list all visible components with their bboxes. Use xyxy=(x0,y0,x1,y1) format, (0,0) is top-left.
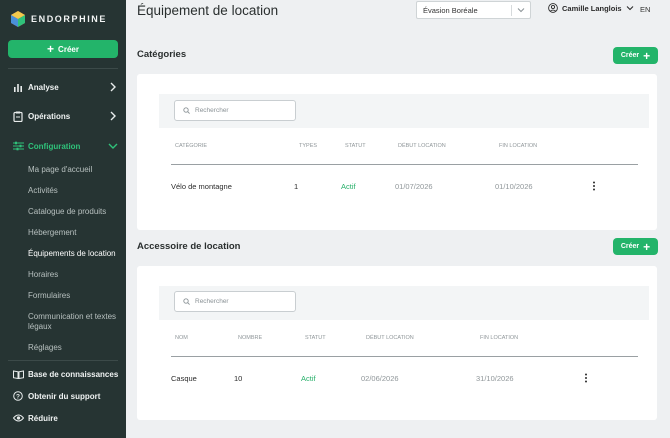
organization-select[interactable]: Évasion Boréale xyxy=(416,1,531,19)
row-menu-icon[interactable] xyxy=(584,373,588,383)
accessories-search-bar: Rechercher xyxy=(159,286,649,320)
category-status: Actif xyxy=(341,182,356,191)
svg-text:?: ? xyxy=(16,394,20,401)
add-accessory-label: Créer xyxy=(620,243,640,250)
categories-search-bar: Rechercher xyxy=(159,94,649,128)
config-item-schedules[interactable]: Horaires xyxy=(28,270,120,280)
column-header-count[interactable]: NOMBRE xyxy=(238,335,262,341)
clipboard-icon xyxy=(12,110,24,122)
add-category-label: Créer xyxy=(620,52,640,59)
categories-card: Rechercher CATÉGORIE TYPES STATUT DÉBUT … xyxy=(137,74,657,230)
eye-icon xyxy=(12,412,24,424)
category-name[interactable]: Vélo de montagne xyxy=(171,182,232,191)
config-item-activities[interactable]: Activités xyxy=(28,186,120,196)
accessory-name[interactable]: Casque xyxy=(171,374,197,383)
add-accessory-button[interactable]: Créer + xyxy=(613,238,658,255)
chevron-down-icon xyxy=(517,8,525,13)
sidebar-divider xyxy=(8,68,118,69)
add-category-button[interactable]: Créer + xyxy=(613,47,658,64)
nav-item-support-label: Obtenir du support xyxy=(28,391,101,401)
column-header-end[interactable]: FIN LOCATION xyxy=(480,335,518,341)
config-item-settings[interactable]: Réglages xyxy=(28,343,120,353)
nav-item-configuration[interactable]: Configuration xyxy=(12,138,120,154)
config-item-forms[interactable]: Formulaires xyxy=(28,291,120,301)
column-header-start[interactable]: DÉBUT LOCATION xyxy=(366,335,414,341)
brand-name: ENDORPHINE xyxy=(31,14,108,24)
categories-search-input[interactable]: Rechercher xyxy=(174,100,296,121)
plus-icon: + xyxy=(643,48,651,63)
sliders-icon xyxy=(12,140,24,152)
accessory-start-date: 02/06/2026 xyxy=(361,374,399,383)
nav-item-configuration-label: Configuration xyxy=(28,141,81,151)
accessories-search-placeholder: Rechercher xyxy=(195,298,229,305)
accessories-section-title: Accessoire de location xyxy=(137,241,241,252)
nav-item-collapse-label: Réduire xyxy=(28,413,58,423)
accessory-end-date: 31/10/2026 xyxy=(476,374,514,383)
user-avatar-icon xyxy=(548,3,558,13)
help-circle-icon: ? xyxy=(12,390,24,402)
config-item-lodging[interactable]: Hébergement xyxy=(28,228,120,238)
nav-item-knowledge-label: Base de connaissances xyxy=(28,369,119,379)
user-menu[interactable]: Camille Langlois xyxy=(548,3,634,13)
book-icon xyxy=(12,368,24,380)
search-icon xyxy=(183,107,190,114)
categories-section-title: Catégories xyxy=(137,49,187,60)
categories-search-placeholder: Rechercher xyxy=(195,107,229,114)
column-header-start[interactable]: DÉBUT LOCATION xyxy=(398,143,446,149)
main-content: Équipement de location Évasion Boréale C… xyxy=(126,0,670,438)
config-item-communication[interactable]: Communication et textes légaux xyxy=(28,312,120,332)
chevron-right-icon xyxy=(110,82,116,92)
chevron-down-icon xyxy=(626,6,633,11)
column-header-status[interactable]: STATUT xyxy=(345,143,366,149)
category-end-date: 01/10/2026 xyxy=(495,182,533,191)
accessory-status: Actif xyxy=(301,374,316,383)
column-header-types[interactable]: TYPES xyxy=(299,143,317,149)
column-header-category[interactable]: CATÉGORIE xyxy=(175,143,207,149)
sidebar-divider xyxy=(8,360,118,361)
language-switch[interactable]: EN xyxy=(640,5,650,14)
row-menu-icon[interactable] xyxy=(592,181,596,191)
accessories-search-input[interactable]: Rechercher xyxy=(174,291,296,312)
config-item-catalog[interactable]: Catalogue de produits xyxy=(28,207,120,217)
nav-item-knowledge-base[interactable]: Base de connaissances xyxy=(12,366,120,382)
sidebar: ENDORPHINE + Créer Analyse Opérations Co… xyxy=(0,0,126,438)
nav-item-operations[interactable]: Opérations xyxy=(12,108,120,124)
table-header-divider xyxy=(171,356,638,357)
column-header-status[interactable]: STATUT xyxy=(305,335,326,341)
accessory-count: 10 xyxy=(234,374,243,383)
config-item-rental-equipment[interactable]: Équipements de location xyxy=(28,249,120,259)
nav-item-collapse[interactable]: Réduire xyxy=(12,410,120,426)
table-header-divider xyxy=(171,164,638,165)
sidebar-create-label: Créer xyxy=(58,44,79,54)
user-name: Camille Langlois xyxy=(562,3,622,13)
accessories-card: Rechercher NOM NOMBRE STATUT DÉBUT LOCAT… xyxy=(137,266,657,420)
search-icon xyxy=(183,298,190,305)
chevron-right-icon xyxy=(110,111,116,121)
sidebar-create-button[interactable]: + Créer xyxy=(8,40,118,58)
page-title: Équipement de location xyxy=(137,3,279,18)
plus-icon: + xyxy=(47,42,55,56)
nav-item-operations-label: Opérations xyxy=(28,111,71,121)
select-separator xyxy=(511,5,512,16)
brand-logo[interactable]: ENDORPHINE xyxy=(11,11,107,27)
category-types: 1 xyxy=(294,182,299,191)
nav-item-analyse-label: Analyse xyxy=(28,82,59,92)
chevron-down-icon xyxy=(108,143,118,149)
config-item-home[interactable]: Ma page d'accueil xyxy=(28,165,120,175)
column-header-name[interactable]: NOM xyxy=(175,335,188,341)
bar-chart-icon xyxy=(12,81,24,93)
nav-item-support[interactable]: ? Obtenir du support xyxy=(12,388,120,404)
plus-icon: + xyxy=(643,239,651,254)
category-start-date: 01/07/2026 xyxy=(395,182,433,191)
column-header-end[interactable]: FIN LOCATION xyxy=(499,143,537,149)
organization-select-value: Évasion Boréale xyxy=(423,5,478,15)
nav-item-analyse[interactable]: Analyse xyxy=(12,79,120,95)
brand-logo-icon xyxy=(11,11,25,27)
